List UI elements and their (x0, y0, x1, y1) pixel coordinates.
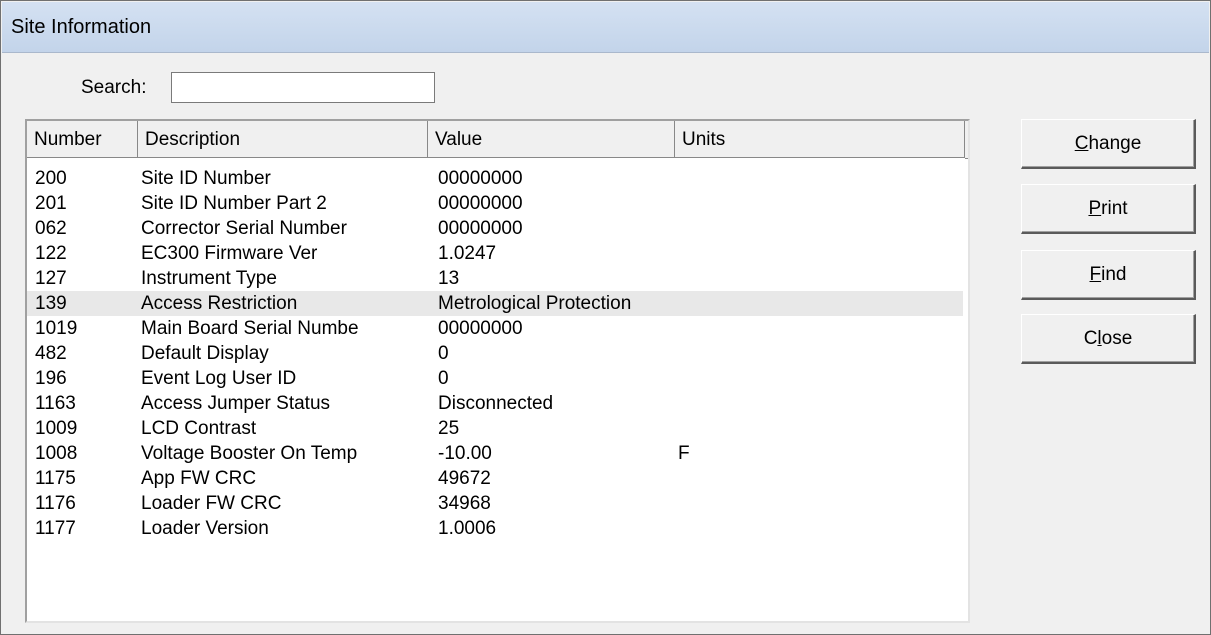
cell-value: 00000000 (438, 318, 523, 339)
search-input[interactable] (171, 72, 435, 103)
table-row[interactable]: 139 Access Restriction Metrological Protec… (27, 291, 963, 316)
find-button[interactable]: Find (1021, 250, 1196, 300)
cell-description: App FW CRC (141, 468, 257, 489)
cell-number: 1008 (35, 443, 78, 464)
list-rows: 200 Site ID Number 00000000 201 Site ID Numb… (27, 166, 968, 541)
cell-number: 062 (35, 218, 67, 239)
cell-value: 34968 (438, 493, 491, 514)
list-header: Number Description Value Units (27, 121, 968, 159)
column-header-filler (965, 121, 968, 159)
site-information-dialog: Site Information Search: Number Descript… (0, 0, 1211, 635)
change-button[interactable]: Change (1021, 119, 1196, 169)
cell-number: 200 (35, 168, 67, 189)
cell-description: Access Jumper Status (141, 393, 331, 414)
table-row[interactable]: 201 Site ID Number Part 2 00000000 (27, 191, 968, 216)
cell-value: 25 (438, 418, 460, 439)
column-header-description[interactable]: Description (138, 121, 428, 158)
column-header-number[interactable]: Number (27, 121, 138, 158)
cell-number: 122 (35, 243, 67, 264)
table-row[interactable]: 200 Site ID Number 00000000 (27, 166, 968, 191)
cell-value: 00000000 (438, 218, 523, 239)
cell-description: EC300 Firmware Ver (141, 243, 318, 264)
cell-description: Site ID Number Part 2 (141, 193, 327, 214)
cell-description: Access Restriction (141, 293, 298, 314)
cell-number: 139 (35, 293, 67, 314)
cell-value: 0 (438, 343, 449, 364)
table-row[interactable]: 1175 App FW CRC 49672 (27, 466, 968, 491)
column-header-units[interactable]: Units (675, 121, 965, 158)
cell-number: 196 (35, 368, 67, 389)
table-row[interactable]: 127 Instrument Type 13 (27, 266, 968, 291)
cell-number: 1176 (35, 493, 76, 514)
cell-description: LCD Contrast (141, 418, 257, 439)
cell-number: 1009 (35, 418, 78, 439)
cell-value: 0 (438, 368, 449, 389)
cell-number: 482 (35, 343, 67, 364)
table-row[interactable]: 1177 Loader Version 1.0006 (27, 516, 968, 541)
print-button[interactable]: Print (1021, 184, 1196, 234)
table-row[interactable]: 196 Event Log User ID 0 (27, 366, 968, 391)
cell-description: Voltage Booster On Temp (141, 443, 358, 464)
table-row[interactable]: 122 EC300 Firmware Ver 1.0247 (27, 241, 968, 266)
cell-description: Event Log User ID (141, 368, 297, 389)
cell-number: 1019 (35, 318, 78, 339)
cell-units: F (678, 443, 690, 464)
cell-value: Metrological Protection (438, 293, 632, 314)
table-row[interactable]: 062 Corrector Serial Number 00000000 (27, 216, 968, 241)
table-row[interactable]: 482 Default Display 0 (27, 341, 968, 366)
cell-value: -10.00 (438, 443, 492, 464)
cell-value: Disconnected (438, 393, 554, 414)
column-header-value[interactable]: Value (428, 121, 675, 158)
table-row[interactable]: 1019 Main Board Serial Numbe 00000000 (27, 316, 968, 341)
table-row[interactable]: 1009 LCD Contrast 25 (27, 416, 968, 441)
window-title: Site Information (11, 16, 152, 38)
table-row[interactable]: 1163 Access Jumper Status Disconnected (27, 391, 968, 416)
cell-description: Main Board Serial Numbe (141, 318, 359, 339)
cell-description: Corrector Serial Number (141, 218, 347, 239)
cell-description: Instrument Type (141, 268, 277, 289)
cell-number: 1177 (35, 518, 76, 539)
cell-value: 1.0247 (438, 243, 497, 264)
table-row[interactable]: 1176 Loader FW CRC 34968 (27, 491, 968, 516)
cell-value: 00000000 (438, 168, 523, 189)
site-info-list[interactable]: Number Description Value Units 200 Site I… (25, 119, 970, 623)
cell-number: 201 (35, 193, 67, 214)
cell-description: Loader FW CRC (141, 493, 282, 514)
cell-number: 1163 (35, 393, 76, 414)
cell-description: Site ID Number (141, 168, 271, 189)
cell-value: 49672 (438, 468, 491, 489)
title-bar: Site Information (2, 2, 1209, 53)
cell-number: 1175 (35, 468, 76, 489)
search-label: Search: (81, 77, 147, 98)
cell-value: 00000000 (438, 193, 523, 214)
cell-description: Loader Version (141, 518, 269, 539)
cell-value: 1.0006 (438, 518, 497, 539)
cell-number: 127 (35, 268, 67, 289)
cell-description: Default Display (141, 343, 269, 364)
cell-value: 13 (438, 268, 460, 289)
table-row[interactable]: 1008 Voltage Booster On Temp -10.00 F (27, 441, 968, 466)
close-button[interactable]: Close (1021, 314, 1196, 364)
